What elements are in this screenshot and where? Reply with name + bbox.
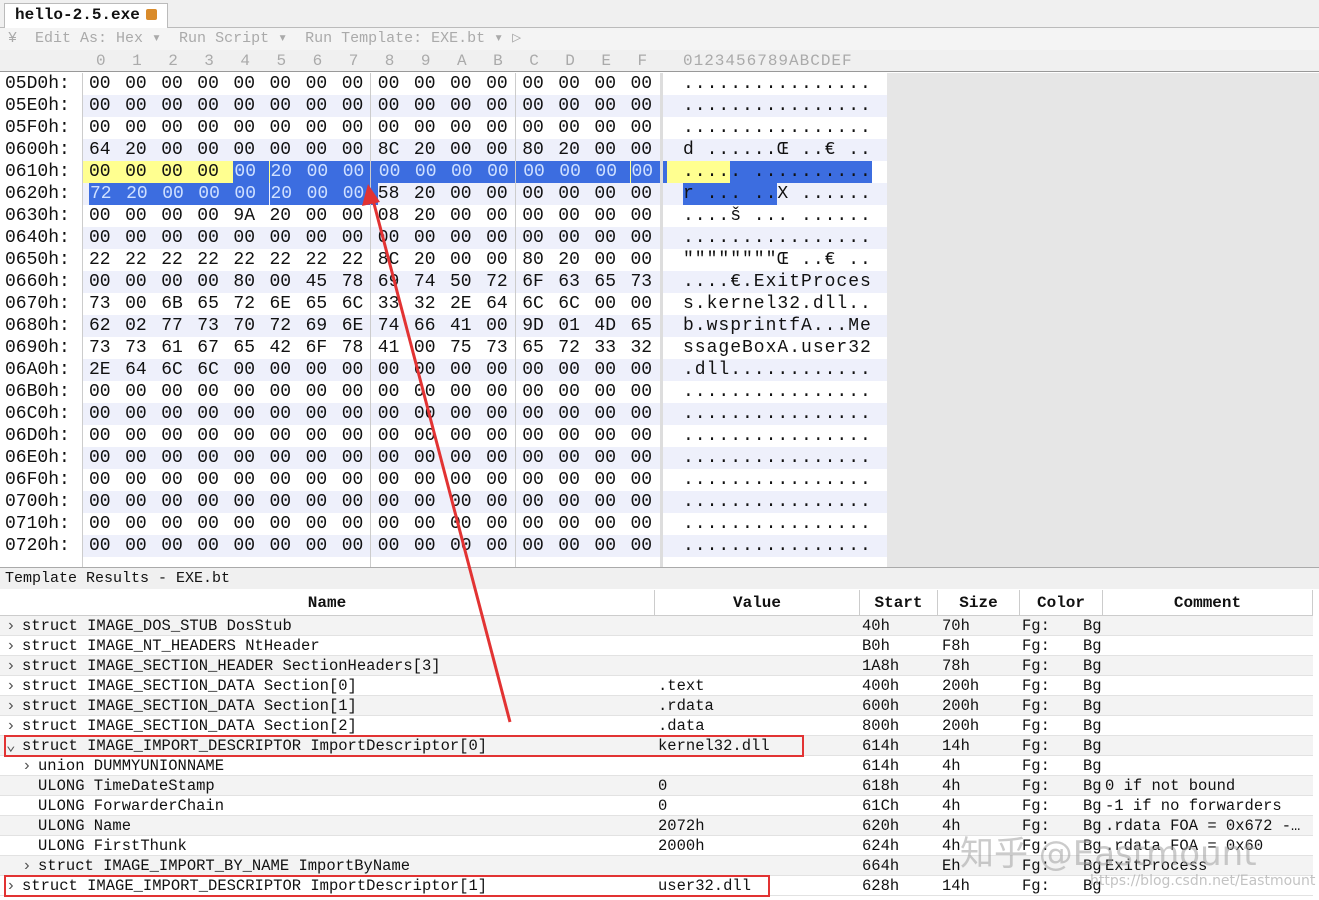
annotation-overlay	[362, 184, 512, 723]
highlight-box-import-descriptor-1	[4, 875, 770, 897]
highlight-box-import-descriptor-0	[4, 735, 804, 757]
arrow-head	[362, 184, 380, 206]
annotation-arrow	[370, 195, 512, 723]
